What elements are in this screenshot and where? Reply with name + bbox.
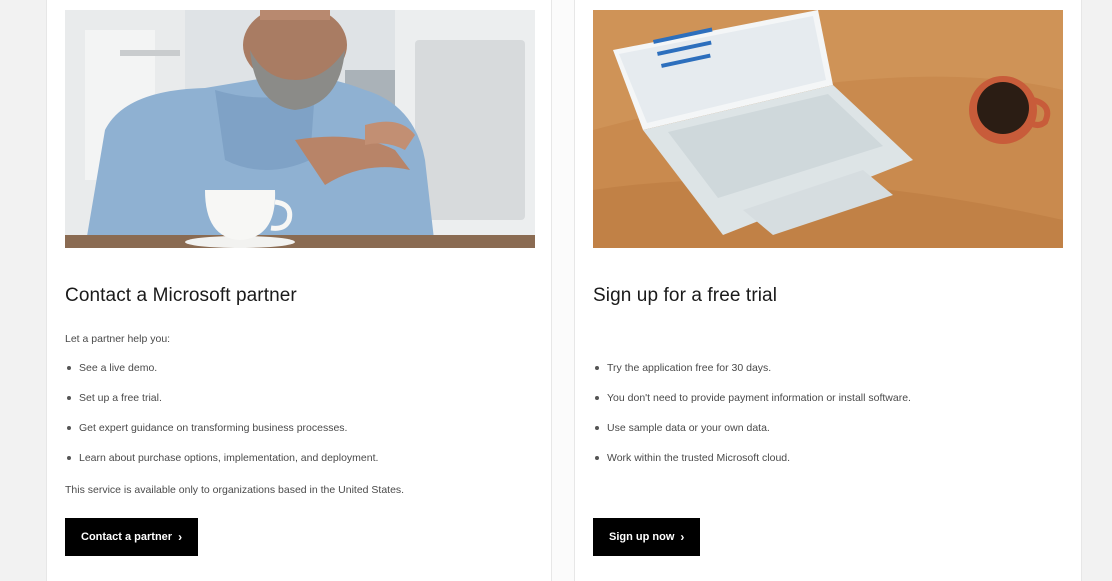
right-gutter (1082, 0, 1112, 581)
list-item: You don't need to provide payment inform… (593, 391, 911, 421)
list-item: See a live demo. (65, 361, 378, 391)
bullet-icon (595, 426, 599, 430)
partner-card: Contact a Microsoft partner Let a partne… (46, 0, 552, 581)
card-title: Contact a Microsoft partner (65, 285, 297, 306)
contact-partner-button[interactable]: Contact a partner › (65, 518, 199, 556)
list-item: Work within the trusted Microsoft cloud. (593, 451, 911, 481)
card-intro-text: Let a partner help you: (65, 333, 171, 345)
list-item: Try the application free for 30 days. (593, 361, 911, 391)
bullet-icon (67, 456, 71, 460)
list-item-text: You don't need to provide payment inform… (607, 392, 911, 404)
photo-man-with-coffee (65, 10, 535, 248)
bullet-icon (67, 396, 71, 400)
list-item-text: Use sample data or your own data. (607, 422, 770, 434)
button-label: Sign up now (609, 531, 675, 543)
bullet-icon (595, 366, 599, 370)
free-trial-card: Sign up for a free trial Try the applica… (574, 0, 1082, 581)
feature-list: Try the application free for 30 days. Yo… (593, 361, 911, 481)
free-trial-card-image (593, 10, 1063, 248)
partner-card-image (65, 10, 535, 248)
list-item: Set up a free trial. (65, 391, 378, 421)
list-item: Learn about purchase options, implementa… (65, 451, 378, 481)
list-item-text: Set up a free trial. (79, 392, 162, 404)
sign-up-now-button[interactable]: Sign up now › (593, 518, 701, 556)
chevron-right-icon: › (178, 530, 183, 544)
photo-laptop-on-desk (593, 10, 1063, 248)
button-label: Contact a partner (81, 531, 173, 543)
list-item-text: Work within the trusted Microsoft cloud. (607, 452, 791, 464)
availability-note: This service is available only to organi… (65, 484, 405, 496)
feature-list: See a live demo. Set up a free trial. Ge… (65, 361, 378, 481)
list-item-text: Try the application free for 30 days. (607, 362, 772, 374)
page: Contact a Microsoft partner Let a partne… (0, 0, 1112, 581)
chevron-right-icon: › (680, 530, 685, 544)
list-item-text: See a live demo. (79, 362, 158, 374)
card-title: Sign up for a free trial (593, 285, 778, 306)
list-item-text: Learn about purchase options, implementa… (79, 452, 379, 464)
bullet-icon (67, 426, 71, 430)
bullet-icon (67, 366, 71, 370)
bullet-icon (595, 456, 599, 460)
bullet-icon (595, 396, 599, 400)
left-gutter (0, 0, 46, 581)
list-item: Get expert guidance on transforming busi… (65, 421, 378, 451)
list-item-text: Get expert guidance on transforming busi… (79, 422, 348, 434)
list-item: Use sample data or your own data. (593, 421, 911, 451)
